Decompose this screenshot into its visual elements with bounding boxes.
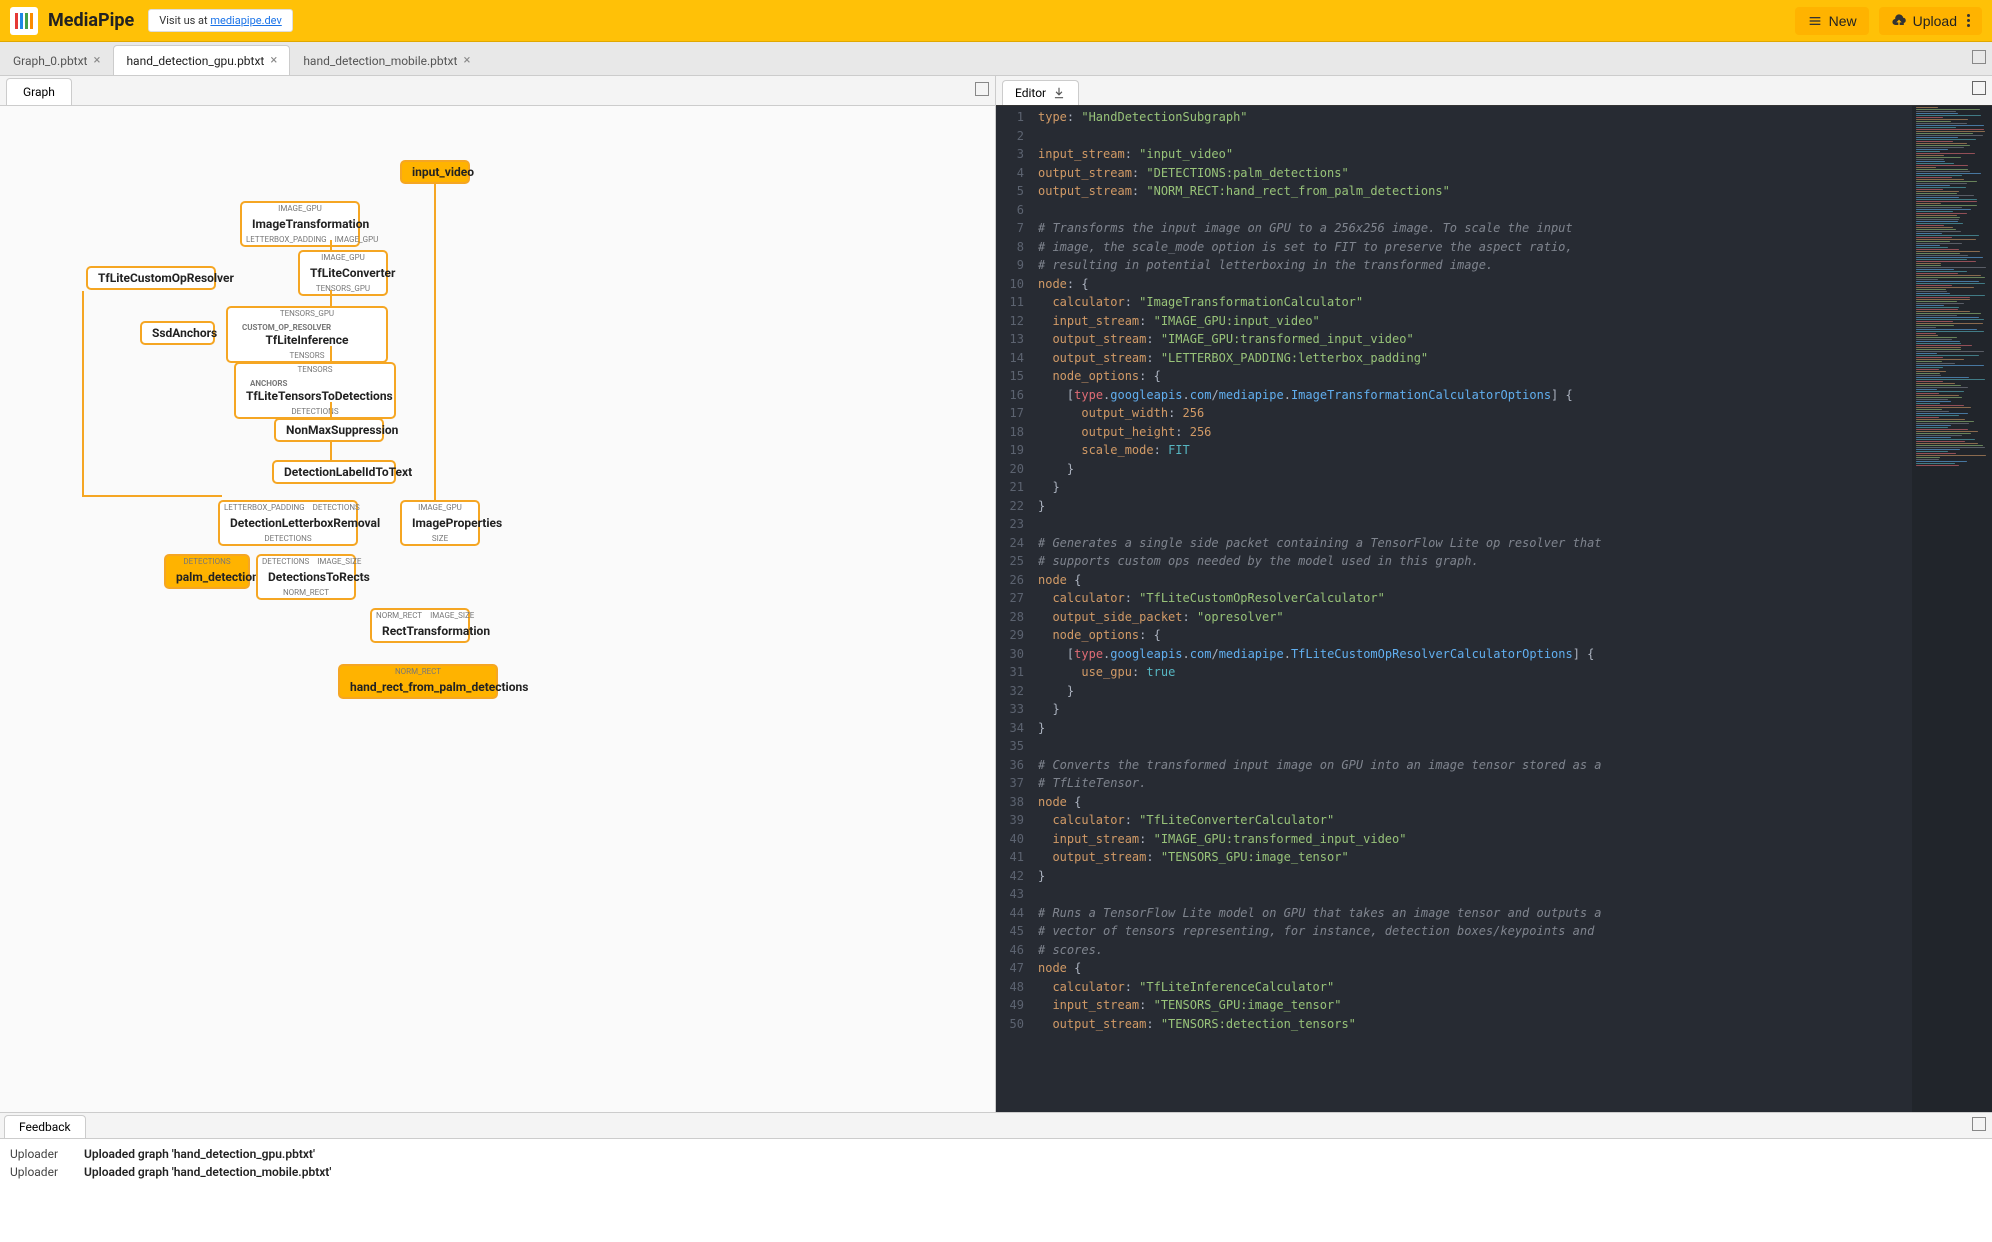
maximize-icon[interactable]	[1972, 50, 1986, 64]
tab-editor[interactable]: Editor	[1002, 80, 1079, 105]
feedback-tab-bar: Feedback	[0, 1113, 1992, 1139]
graph-pane: Graph input_video IMAGE_GPU ImageTransfo…	[0, 76, 996, 1112]
feedback-source: Uploader	[10, 1147, 70, 1161]
close-icon[interactable]: ×	[270, 53, 277, 68]
graph-edge	[82, 291, 84, 497]
graph-edge	[434, 182, 436, 502]
feedback-message: Uploaded graph 'hand_detection_gpu.pbtxt…	[84, 1147, 315, 1161]
file-tab-hand-gpu[interactable]: hand_detection_gpu.pbtxt ×	[113, 45, 290, 75]
node-ssd-anchors[interactable]: SsdAnchors	[140, 321, 215, 345]
file-tab-label: hand_detection_gpu.pbtxt	[126, 54, 264, 68]
main-split: Graph input_video IMAGE_GPU ImageTransfo…	[0, 76, 1992, 1112]
header: MediaPipe Visit us at mediapipe.dev New …	[0, 0, 1992, 42]
line-gutter: 1234567891011121314151617181920212223242…	[996, 106, 1032, 1112]
editor-tab-label: Editor	[1015, 86, 1046, 100]
graph-edge	[330, 402, 332, 420]
hamburger-icon	[1807, 13, 1823, 29]
feedback-row: Uploader Uploaded graph 'hand_detection_…	[10, 1145, 1982, 1163]
graph-edge	[330, 442, 332, 462]
feedback-message: Uploaded graph 'hand_detection_mobile.pb…	[84, 1165, 331, 1179]
feedback-body: Uploader Uploaded graph 'hand_detection_…	[0, 1139, 1992, 1242]
visit-link-chip[interactable]: Visit us at mediapipe.dev	[148, 9, 293, 32]
visit-prefix: Visit us at	[159, 14, 210, 27]
logo-icon	[10, 7, 38, 35]
node-tflite-converter[interactable]: IMAGE_GPU TfLiteConverter TENSORS_GPU	[298, 250, 388, 296]
graph-edge	[330, 240, 332, 252]
node-palm-detections[interactable]: DETECTIONS palm_detections	[164, 554, 250, 589]
graph-edge	[330, 346, 332, 364]
upload-button[interactable]: Upload	[1879, 7, 1982, 35]
file-tab-bar: Graph_0.pbtxt × hand_detection_gpu.pbtxt…	[0, 42, 1992, 76]
download-icon[interactable]	[1052, 86, 1066, 100]
graph-edge	[82, 495, 222, 497]
node-letterbox-removal[interactable]: LETTERBOX_PADDINGDETECTIONS DetectionLet…	[218, 500, 358, 546]
node-input-video[interactable]: input_video	[400, 160, 470, 184]
app-root: MediaPipe Visit us at mediapipe.dev New …	[0, 0, 1992, 1242]
file-tab-label: Graph_0.pbtxt	[13, 54, 87, 68]
editor-pane: Editor 123456789101112131415161718192021…	[996, 76, 1992, 1112]
close-icon[interactable]: ×	[463, 53, 470, 68]
maximize-icon[interactable]	[1972, 81, 1986, 95]
node-tflite-inference[interactable]: TENSORS_GPU CUSTOM_OP_RESOLVERTfLiteInfe…	[226, 306, 388, 363]
new-button-label: New	[1829, 13, 1857, 29]
file-tab-label: hand_detection_mobile.pbtxt	[303, 54, 457, 68]
new-button[interactable]: New	[1795, 7, 1869, 35]
code-editor[interactable]: 1234567891011121314151617181920212223242…	[996, 106, 1992, 1112]
close-icon[interactable]: ×	[93, 53, 100, 68]
node-nms[interactable]: NonMaxSuppression	[274, 418, 384, 442]
cloud-upload-icon	[1891, 13, 1907, 29]
node-tflite-customop[interactable]: TfLiteCustomOpResolver	[86, 266, 216, 290]
feedback-source: Uploader	[10, 1165, 70, 1179]
graph-edge	[330, 290, 332, 308]
node-image-transformation[interactable]: IMAGE_GPU ImageTransformation LETTERBOX_…	[240, 201, 360, 247]
editor-tab-bar: Editor	[996, 76, 1992, 106]
graph-canvas[interactable]: input_video IMAGE_GPU ImageTransformatio…	[0, 106, 995, 1112]
maximize-icon[interactable]	[1972, 1117, 1986, 1131]
tab-feedback[interactable]: Feedback	[4, 1115, 86, 1138]
minimap[interactable]	[1912, 106, 1992, 1112]
upload-button-label: Upload	[1913, 13, 1957, 29]
visit-link[interactable]: mediapipe.dev	[210, 14, 281, 27]
file-tab-graph0[interactable]: Graph_0.pbtxt ×	[0, 45, 113, 75]
code-content[interactable]: type: "HandDetectionSubgraph"input_strea…	[1032, 106, 1912, 1112]
graph-tab-bar: Graph	[0, 76, 995, 106]
file-tab-hand-mobile[interactable]: hand_detection_mobile.pbtxt ×	[290, 45, 483, 75]
node-image-properties[interactable]: IMAGE_GPU ImageProperties SIZE	[400, 500, 480, 546]
tab-graph[interactable]: Graph	[6, 78, 72, 105]
node-label-to-text[interactable]: DetectionLabelIdToText	[272, 460, 396, 484]
brand-title: MediaPipe	[48, 10, 134, 31]
node-tensors-to-detections[interactable]: TENSORS ANCHORSTfLiteTensorsToDetections…	[234, 362, 396, 419]
node-hand-rect[interactable]: NORM_RECT hand_rect_from_palm_detections	[338, 664, 498, 699]
maximize-icon[interactable]	[975, 82, 989, 96]
node-rect-transformation[interactable]: NORM_RECTIMAGE_SIZE RectTransformation	[370, 608, 470, 643]
node-detections-to-rects[interactable]: DETECTIONSIMAGE_SIZE DetectionsToRects N…	[256, 554, 356, 600]
feedback-panel: Feedback Uploader Uploaded graph 'hand_d…	[0, 1112, 1992, 1242]
kebab-icon	[1967, 14, 1970, 27]
feedback-row: Uploader Uploaded graph 'hand_detection_…	[10, 1163, 1982, 1181]
